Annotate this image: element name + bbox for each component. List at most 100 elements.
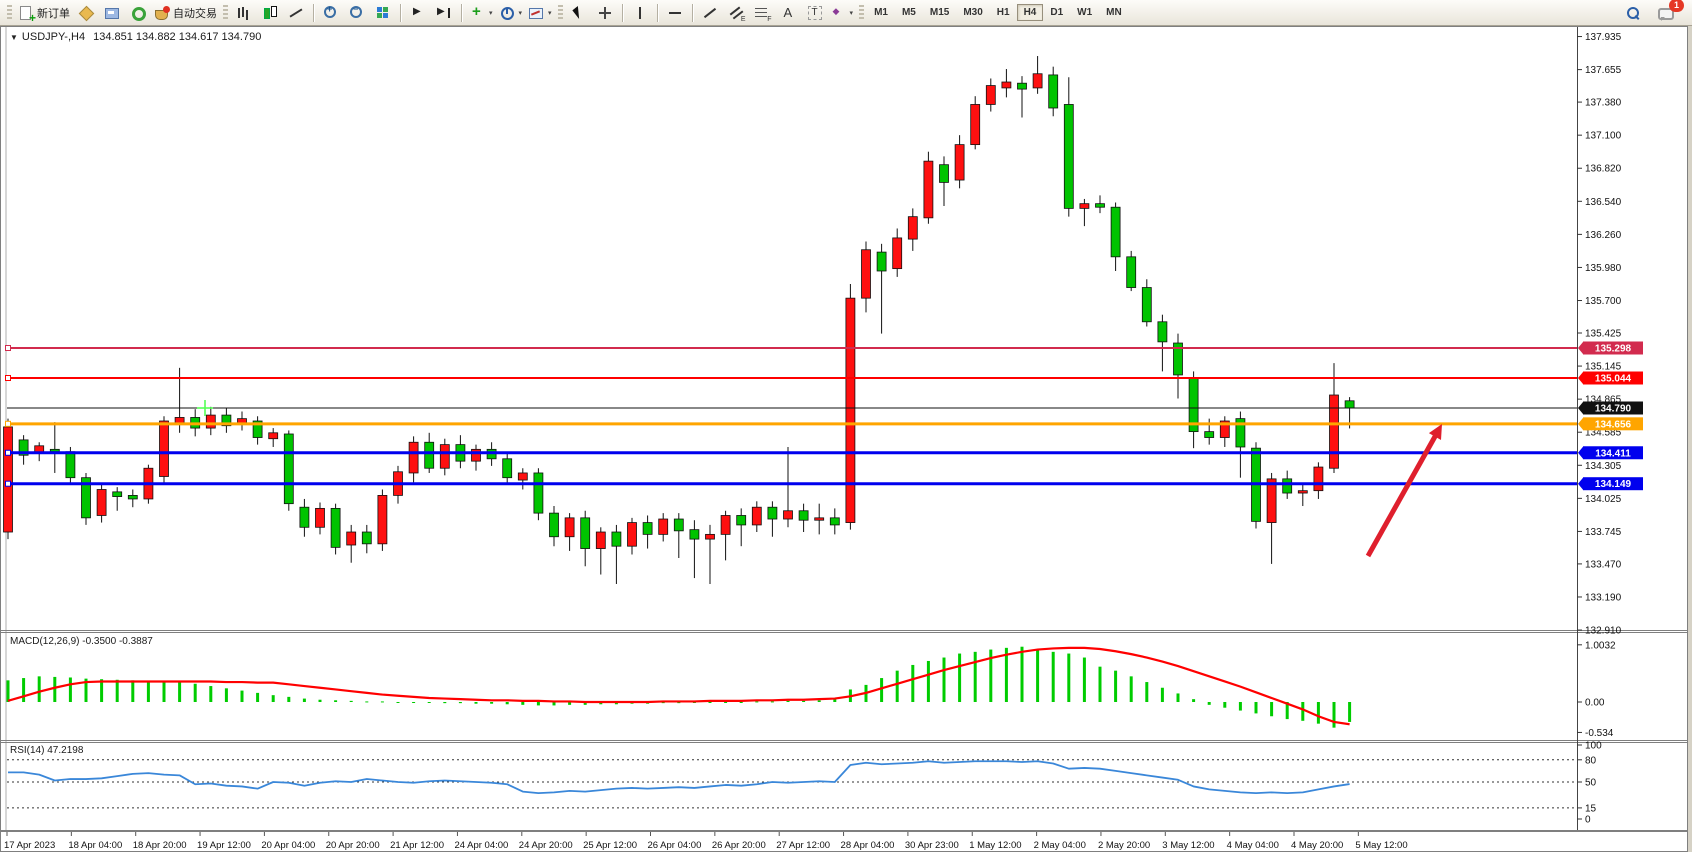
- svg-text:135.145: 135.145: [1585, 362, 1622, 373]
- date-label: 1 May 12:00: [969, 840, 1021, 851]
- svg-text:134.025: 134.025: [1585, 494, 1622, 505]
- autotrading-icon: [154, 5, 170, 21]
- chevron-down-icon[interactable]: ▼: [10, 33, 18, 42]
- channel-icon: [728, 5, 744, 21]
- hline-handle[interactable]: [6, 450, 11, 455]
- candlestick-icon: [262, 5, 278, 21]
- svg-text:135.425: 135.425: [1585, 329, 1622, 340]
- chart-title[interactable]: ▼USDJPY-,H4134.851 134.882 134.617 134.7…: [10, 31, 261, 43]
- toolbar-separator: [461, 4, 462, 22]
- button-label: 新订单: [37, 5, 70, 21]
- hline-handle[interactable]: [6, 481, 11, 486]
- hline-handle[interactable]: [6, 346, 11, 351]
- new-order-button[interactable]: 新订单: [15, 2, 73, 24]
- timeframe-button-M15[interactable]: M15: [923, 4, 956, 21]
- line-chart-button[interactable]: [283, 2, 309, 24]
- timeframe-button-H1[interactable]: H1: [990, 4, 1017, 21]
- templates-button[interactable]: ▾: [525, 2, 555, 24]
- label-button[interactable]: [801, 2, 827, 24]
- date-label: 20 Apr 20:00: [326, 840, 380, 851]
- search-button[interactable]: [1620, 2, 1646, 24]
- dropdown-caret-icon[interactable]: ▾: [850, 9, 854, 17]
- timeframe-button-D1[interactable]: D1: [1043, 4, 1070, 21]
- timeframe-button-M30[interactable]: M30: [956, 4, 989, 21]
- date-label: 20 Apr 04:00: [261, 840, 315, 851]
- timeframe-button-M1[interactable]: M1: [867, 4, 895, 21]
- trendline-button[interactable]: [697, 2, 723, 24]
- svg-text:134.656: 134.656: [1595, 419, 1632, 430]
- candlestick-button[interactable]: [257, 2, 283, 24]
- svg-text:133.470: 133.470: [1585, 559, 1622, 570]
- periods-icon: [499, 5, 515, 21]
- tile-windows-icon: [375, 5, 391, 21]
- cursor-button[interactable]: [566, 2, 592, 24]
- svg-text:134.149: 134.149: [1595, 479, 1632, 490]
- signal-button[interactable]: [125, 2, 151, 24]
- date-label: 21 Apr 12:00: [390, 840, 444, 851]
- svg-text:133.745: 133.745: [1585, 527, 1622, 538]
- hline-handle[interactable]: [6, 421, 11, 426]
- date-label: 24 Apr 04:00: [454, 840, 508, 851]
- zoom-out-button[interactable]: [344, 2, 370, 24]
- hline-handle[interactable]: [6, 376, 11, 381]
- svg-text:0: 0: [1585, 815, 1591, 826]
- svg-text:137.100: 137.100: [1585, 131, 1622, 142]
- svg-text:100: 100: [1585, 741, 1602, 752]
- signal-icon: [130, 5, 146, 21]
- fibonacci-icon: [754, 5, 770, 21]
- vline-button[interactable]: [627, 2, 653, 24]
- svg-text:50: 50: [1585, 778, 1597, 789]
- date-label: 17 Apr 2023: [4, 840, 55, 851]
- fibonacci-button[interactable]: [749, 2, 775, 24]
- channel-button[interactable]: [723, 2, 749, 24]
- timeframe-button-W1[interactable]: W1: [1070, 4, 1099, 21]
- indicators-button[interactable]: ▾: [466, 2, 496, 24]
- timeframe-button-M5[interactable]: M5: [895, 4, 923, 21]
- tile-windows-button[interactable]: [370, 2, 396, 24]
- svg-text:137.935: 137.935: [1585, 32, 1622, 43]
- profiles-button[interactable]: [99, 2, 125, 24]
- templates-icon: [528, 5, 544, 21]
- toolbar-grip: [7, 5, 12, 21]
- svg-text:135.700: 135.700: [1585, 296, 1622, 307]
- chart-window[interactable]: 137.935137.655137.380137.100136.820136.5…: [0, 26, 1688, 852]
- macd-indicator-label: MACD(12,26,9) -0.3500 -0.3887: [10, 636, 153, 647]
- label-icon: [806, 5, 822, 21]
- chart-shift-button[interactable]: [431, 2, 457, 24]
- crayon-button[interactable]: [73, 2, 99, 24]
- hline-button[interactable]: [662, 2, 688, 24]
- svg-text:15: 15: [1585, 803, 1597, 814]
- chat-button[interactable]: 1: [1652, 2, 1678, 24]
- zoom-out-icon: [349, 5, 365, 21]
- vline-icon: [632, 5, 648, 21]
- svg-text:137.380: 137.380: [1585, 98, 1622, 109]
- svg-text:136.540: 136.540: [1585, 197, 1622, 208]
- toolbar-separator: [622, 4, 623, 22]
- dropdown-caret-icon[interactable]: ▾: [519, 9, 523, 17]
- auto-scroll-icon: [410, 5, 426, 21]
- autotrading-button[interactable]: 自动交易: [151, 2, 220, 24]
- date-label: 3 May 12:00: [1162, 840, 1214, 851]
- date-label: 4 May 04:00: [1227, 840, 1279, 851]
- date-label: 28 Apr 04:00: [841, 840, 895, 851]
- zoom-in-button[interactable]: [318, 2, 344, 24]
- timeframe-button-H4[interactable]: H4: [1017, 4, 1044, 21]
- cursor-icon: [571, 5, 587, 21]
- timeframe-button-MN[interactable]: MN: [1099, 4, 1129, 21]
- search-icon: [1625, 5, 1641, 21]
- crosshair-button[interactable]: [592, 2, 618, 24]
- dropdown-caret-icon[interactable]: ▾: [548, 9, 552, 17]
- chart-canvas[interactable]: 137.935137.655137.380137.100136.820136.5…: [0, 26, 1688, 852]
- svg-text:136.820: 136.820: [1585, 164, 1622, 175]
- bar-chart-button[interactable]: [231, 2, 257, 24]
- dropdown-caret-icon[interactable]: ▾: [489, 9, 493, 17]
- text-button[interactable]: [775, 2, 801, 24]
- shapes-button[interactable]: ▾: [827, 2, 857, 24]
- hline-icon: [667, 5, 683, 21]
- date-label: 27 Apr 12:00: [776, 840, 830, 851]
- periods-button[interactable]: ▾: [496, 2, 526, 24]
- date-label: 26 Apr 04:00: [648, 840, 702, 851]
- svg-text:135.298: 135.298: [1595, 344, 1632, 355]
- auto-scroll-button[interactable]: [405, 2, 431, 24]
- svg-text:132.910: 132.910: [1585, 626, 1622, 637]
